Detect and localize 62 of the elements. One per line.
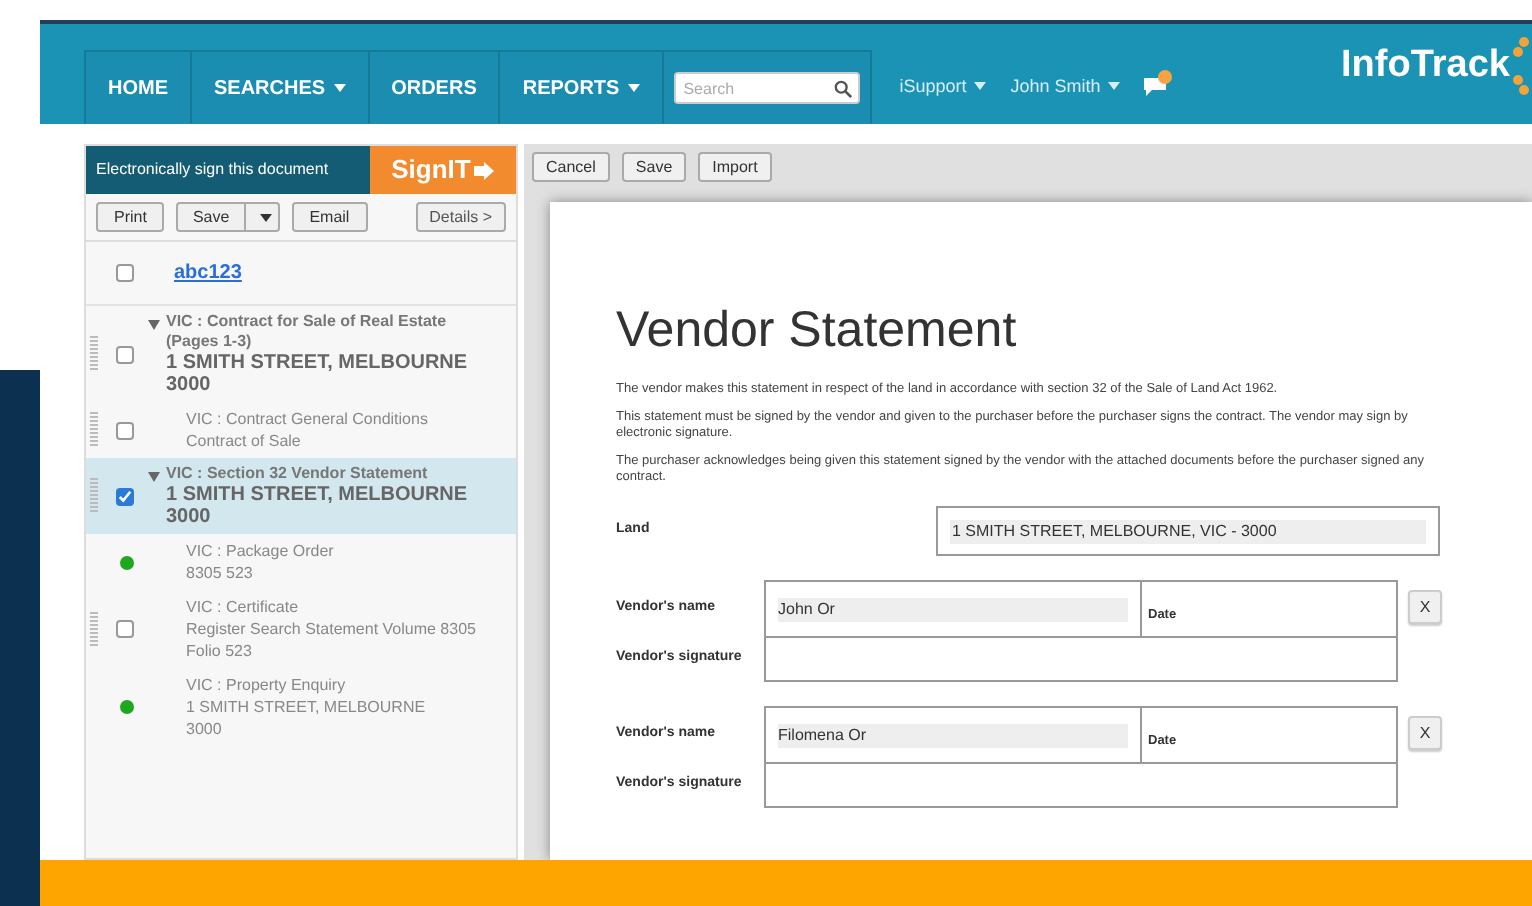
field-value: John Or (778, 597, 1128, 621)
toolbar-button[interactable]: Import (698, 152, 772, 182)
document-detail: VIC : Certificate (186, 596, 301, 618)
remove-button[interactable]: X (1408, 590, 1442, 624)
expand-icon[interactable] (148, 472, 160, 482)
document-detail: 1 SMITH STREET, MELBOURNE (166, 352, 468, 374)
document-link[interactable]: abc123 (174, 258, 242, 288)
expand-icon[interactable] (148, 320, 160, 330)
document-detail: 3000 (166, 506, 213, 528)
caret-icon (333, 84, 346, 92)
document-detail: VIC : Property Enquiry (186, 674, 348, 696)
document-detail: 8305 523 (186, 562, 255, 584)
search-field[interactable]: Search (673, 72, 860, 104)
drag-handle-icon[interactable] (90, 478, 98, 514)
nav-tab[interactable]: ORDERS (369, 52, 501, 124)
tree-item[interactable]: VIC : Section 32 Vendor Statement 1 SMITH STREET, MELBOURNE 3000 (86, 458, 516, 534)
sign-banner: Electronically sign this document (86, 146, 370, 194)
document-title: VIC : Contract for Sale of Real Estate (166, 312, 449, 332)
checkbox[interactable] (116, 345, 134, 363)
drag-handle-icon[interactable] (90, 336, 98, 372)
land-field[interactable]: 1 SMITH STREET, MELBOURNE, VIC - 3000 (936, 506, 1440, 556)
nav-tab[interactable]: HOME (86, 52, 192, 124)
caret-icon (974, 82, 987, 91)
document-detail: Register Search Statement Volume 8305 (186, 618, 476, 640)
checkbox[interactable] (116, 487, 134, 505)
logo-text: InfoTrack (1341, 41, 1510, 90)
document-detail: VIC : Contract General Conditions (186, 408, 428, 430)
caret-icon (259, 213, 272, 221)
caret-icon (627, 84, 640, 92)
toolbar-button[interactable]: Email (291, 202, 368, 232)
document-detail: 1 SMITH STREET, MELBOURNE (186, 696, 426, 718)
document-detail: 3000 (186, 718, 224, 740)
nav-tab[interactable]: REPORTS (500, 52, 664, 124)
document-detail: Folio 523 (186, 640, 254, 662)
vendor-name-field[interactable]: John Or (766, 582, 1142, 636)
dropdown-button[interactable] (243, 204, 278, 230)
messages-button[interactable] (1144, 76, 1171, 97)
document-detail: 3000 (166, 374, 213, 396)
field-value: Filomena Or (778, 723, 1128, 747)
toolbar-button[interactable]: Save (621, 152, 687, 182)
checkbox[interactable] (116, 620, 134, 638)
vendor-name-field[interactable]: Filomena Or (766, 708, 1142, 762)
document-detail: (Pages 1-3) (166, 332, 254, 352)
remove-button[interactable]: X (1408, 716, 1442, 750)
document-detail: VIC : Package Order (186, 540, 334, 562)
checkbox[interactable] (116, 421, 134, 439)
search-icon[interactable] (833, 79, 852, 97)
toolbar-button[interactable]: Print (96, 202, 165, 232)
drag-handle-icon[interactable] (90, 412, 98, 448)
caret-icon (1108, 82, 1121, 91)
document-heading: Vendor Statement (616, 302, 1019, 358)
details-button[interactable]: Details > (415, 202, 506, 232)
sun-rays-icon (1512, 36, 1532, 96)
field-value: 1 SMITH STREET, MELBOURNE, VIC - 3000 (950, 519, 1426, 543)
checkbox[interactable] (116, 264, 134, 282)
arrow-icon (474, 161, 495, 179)
document-title: VIC : Section 32 Vendor Statement (166, 464, 430, 484)
document-detail: 1 SMITH STREET, MELBOURNE (166, 484, 468, 506)
document-detail: Contract of Sale (186, 430, 303, 452)
nav-tab[interactable]: SEARCHES (192, 52, 370, 124)
drag-handle-icon[interactable] (90, 611, 98, 647)
toolbar-button[interactable]: Cancel (532, 152, 610, 182)
